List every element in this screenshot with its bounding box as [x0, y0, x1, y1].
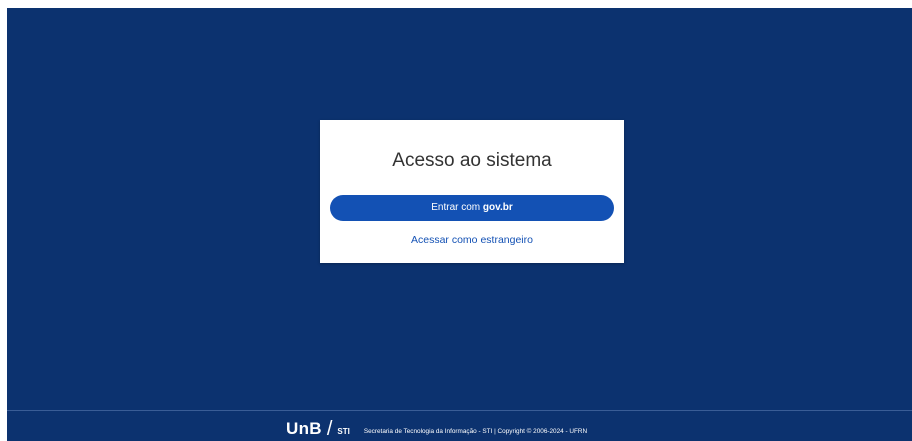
login-title: Acesso ao sistema [392, 150, 552, 171]
govbr-brand-label: gov.br [482, 202, 513, 213]
foreign-access-link[interactable]: Acessar como estrangeiro [320, 234, 624, 246]
sti-logo: STI [337, 427, 350, 436]
footer-content: UnB / STI Secretaria de Tecnologia da In… [286, 419, 587, 439]
logo-divider: / [326, 418, 333, 440]
govbr-button-label: Entrar com [431, 202, 483, 213]
footer-copyright: Secretaria de Tecnologia da Informação -… [363, 428, 588, 435]
govbr-login-button[interactable]: Entrar com gov.br [330, 195, 614, 221]
unb-logo: UnB [286, 419, 322, 438]
login-card: Acesso ao sistema Entrar com gov.br Aces… [320, 120, 624, 263]
main-area: Acesso ao sistema Entrar com gov.br Aces… [7, 8, 912, 410]
page-frame: Acesso ao sistema Entrar com gov.br Aces… [7, 8, 912, 441]
footer: UnB / STI Secretaria de Tecnologia da In… [7, 410, 912, 441]
